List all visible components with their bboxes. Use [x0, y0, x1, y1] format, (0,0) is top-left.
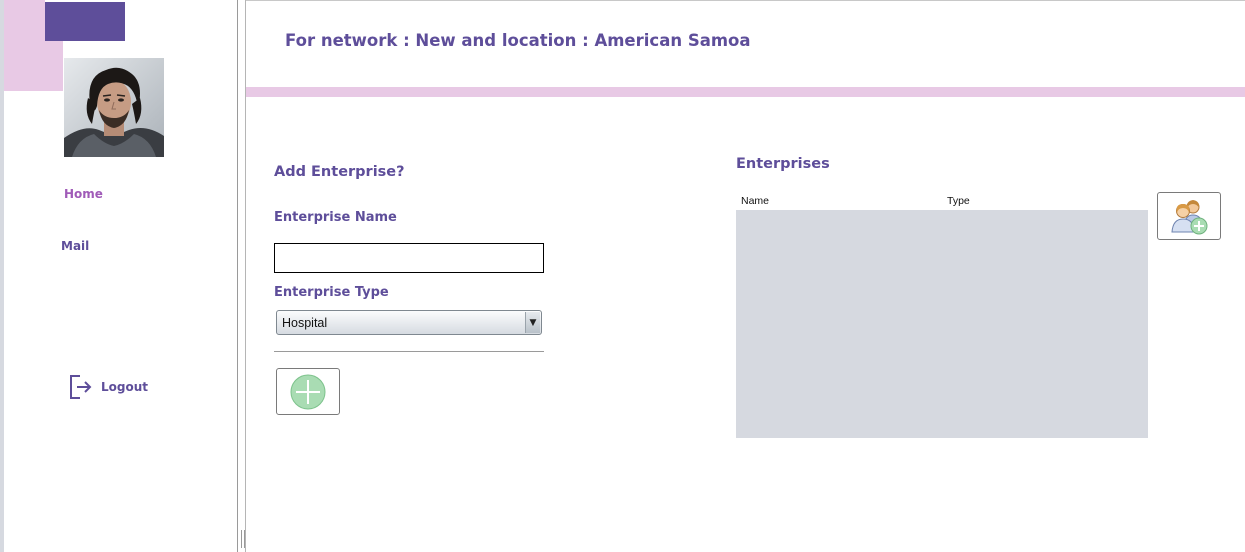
sidebar-decoration-pink-2 — [45, 41, 63, 91]
table-body[interactable] — [736, 210, 1148, 438]
sidebar-decoration-purple — [45, 2, 125, 41]
user-photo-icon — [64, 58, 164, 157]
column-header-name[interactable]: Name — [741, 195, 769, 207]
nav-home[interactable]: Home — [64, 187, 103, 201]
enterprise-name-label: Enterprise Name — [274, 210, 397, 225]
enterprises-table[interactable]: Name Type — [736, 191, 1148, 438]
plus-circle-icon — [290, 374, 326, 409]
logout-icon — [70, 375, 92, 399]
form-separator — [274, 351, 544, 352]
header-band — [246, 87, 1245, 97]
add-user-icon — [1171, 200, 1208, 235]
column-header-type[interactable]: Type — [947, 195, 970, 207]
dropdown-arrow-icon[interactable]: ▼ — [525, 312, 540, 333]
avatar — [64, 58, 164, 157]
top-border — [246, 0, 1245, 1]
logout-label: Logout — [101, 380, 149, 394]
logout-button[interactable]: Logout — [69, 374, 148, 400]
enterprise-type-selected: Hospital — [282, 316, 328, 330]
nav-mail[interactable]: Mail — [61, 239, 89, 253]
add-enterprise-heading: Add Enterprise? — [274, 164, 405, 180]
sidebar-decoration-pink — [4, 0, 45, 91]
add-user-button[interactable] — [1157, 192, 1221, 240]
enterprise-type-select[interactable]: Hospital ▼ — [276, 310, 542, 335]
main-panel: For network : New and location : America… — [246, 0, 1245, 552]
enterprises-heading: Enterprises — [736, 156, 830, 172]
page-title: For network : New and location : America… — [285, 31, 751, 50]
split-pane-divider[interactable] — [237, 0, 246, 552]
divider-grip[interactable] — [241, 530, 245, 548]
enterprise-name-input[interactable] — [274, 243, 544, 273]
add-enterprise-button[interactable] — [276, 368, 340, 415]
table-header: Name Type — [736, 191, 1148, 210]
enterprise-type-label: Enterprise Type — [274, 285, 389, 300]
